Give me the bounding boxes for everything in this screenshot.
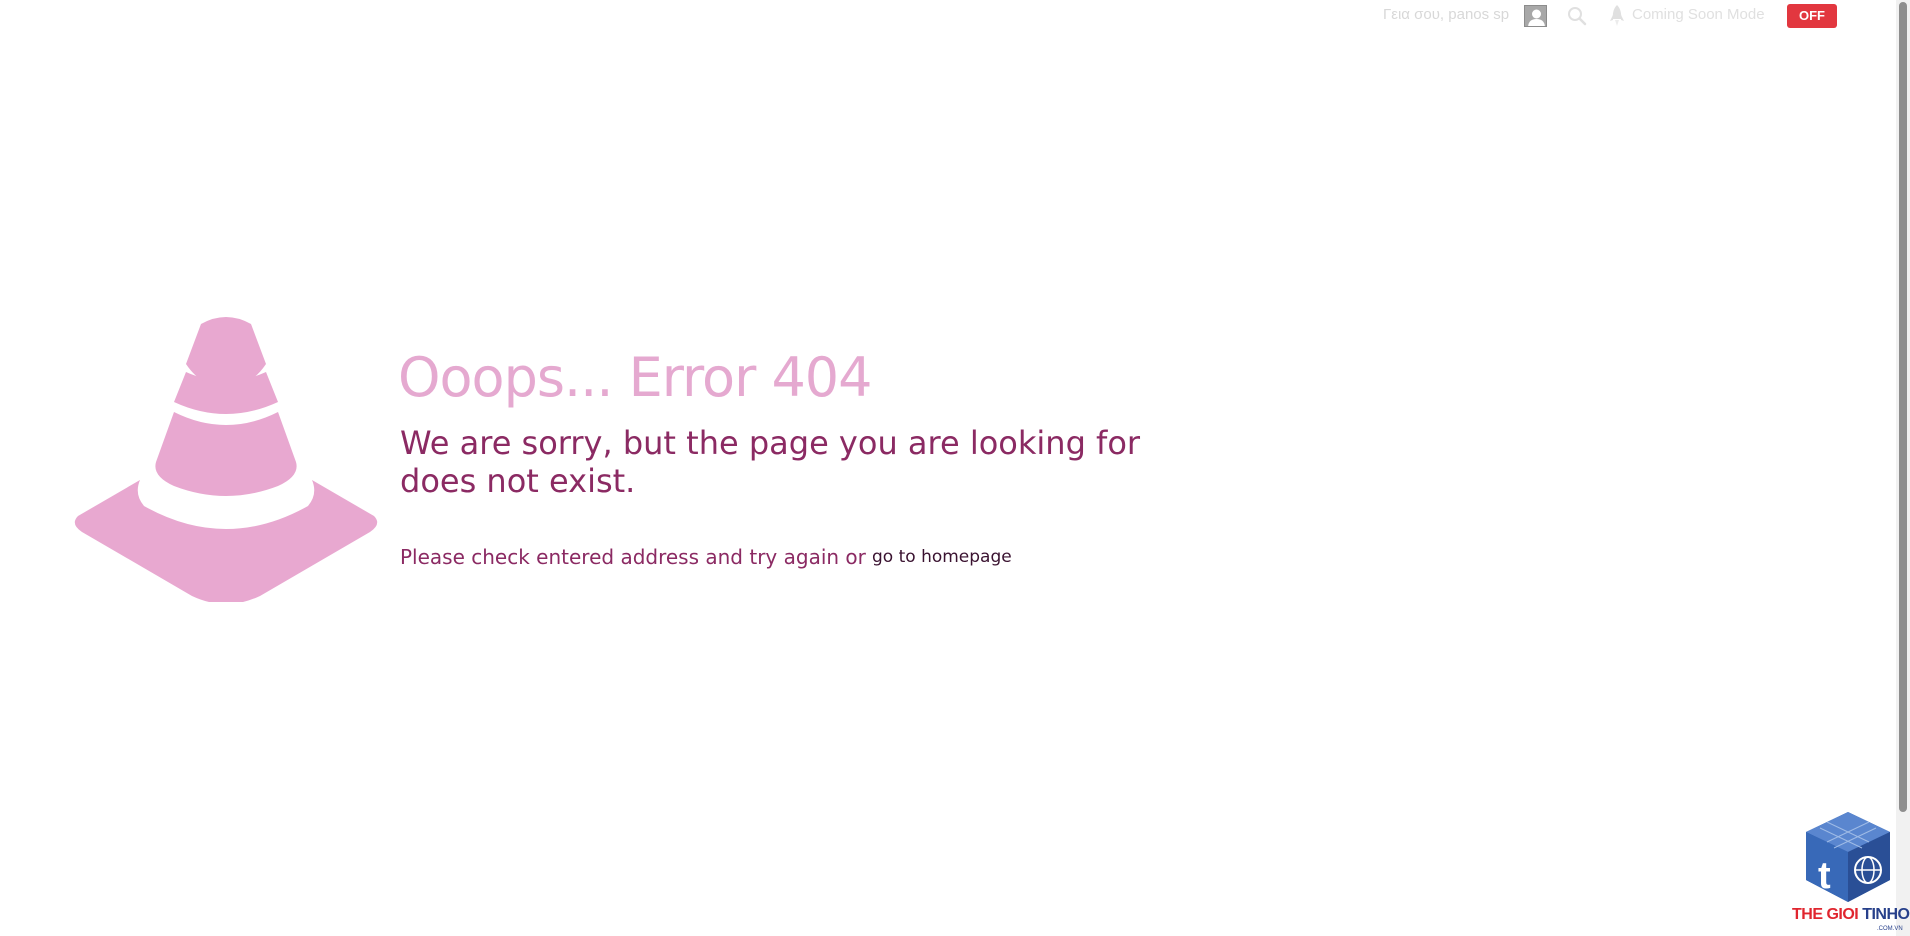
admin-top-bar: Γεια σου, panos sp Coming Soon Mode OFF xyxy=(0,0,1896,32)
search-icon[interactable] xyxy=(1566,5,1588,27)
page-scrollbar[interactable] xyxy=(1896,0,1910,936)
error-title: Ooops... Error 404 xyxy=(398,346,873,409)
coming-soon-mode-label: Coming Soon Mode xyxy=(1632,6,1765,23)
logo-text-part1: THE GIOI xyxy=(1792,906,1859,923)
error-subtitle: We are sorry, but the page you are looki… xyxy=(400,424,1141,500)
rocket-icon xyxy=(1609,4,1625,28)
go-to-homepage-link[interactable]: go to homepage xyxy=(872,547,1012,567)
user-greeting[interactable]: Γεια σου, panos sp xyxy=(1383,6,1509,23)
site-logo-text: THE GIOI TINHOC xyxy=(1792,906,1910,924)
logo-domain-suffix: .COM.VN xyxy=(1877,926,1903,932)
scrollbar-thumb[interactable] xyxy=(1899,2,1907,812)
traffic-cone-icon xyxy=(74,316,378,604)
error-hint-text: Please check entered address and try aga… xyxy=(400,545,866,569)
svg-text:t: t xyxy=(1818,855,1831,897)
user-avatar-icon[interactable] xyxy=(1524,5,1547,27)
coming-soon-toggle-button[interactable]: OFF xyxy=(1787,4,1837,28)
logo-text-part2: TINHOC xyxy=(1862,906,1910,923)
